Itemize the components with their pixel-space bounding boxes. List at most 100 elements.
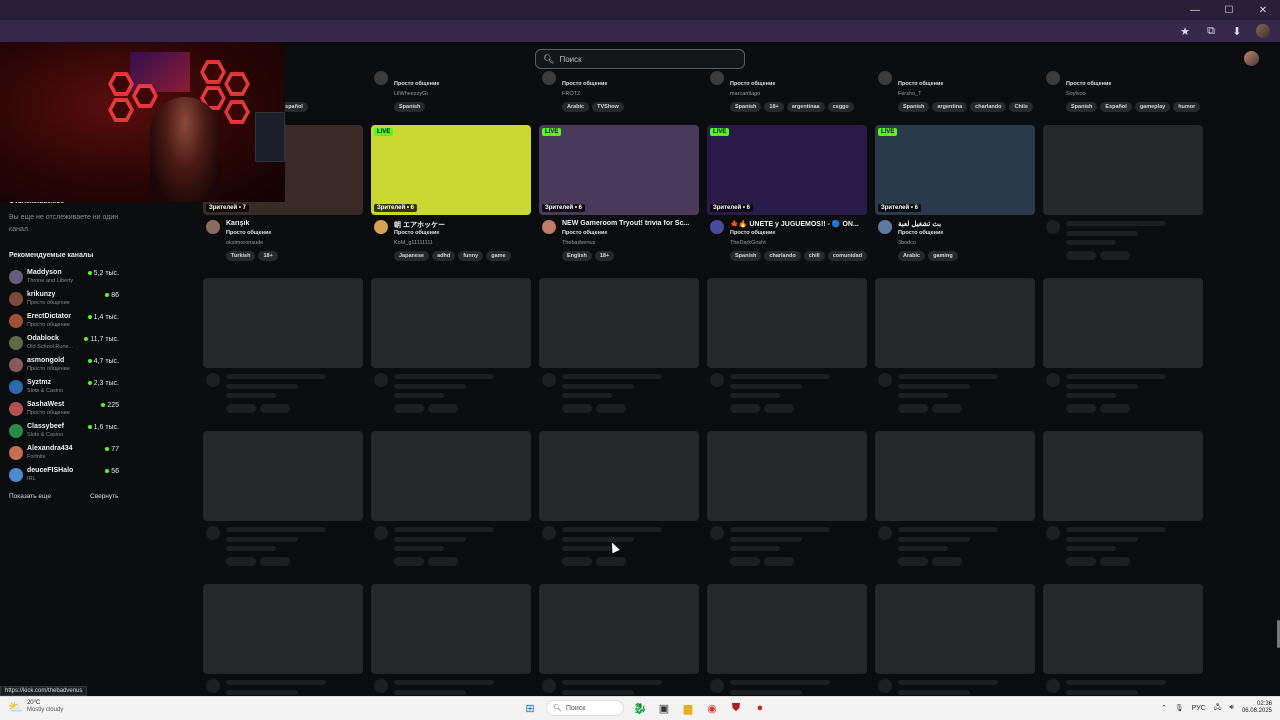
tag[interactable]: comunidad [827, 251, 868, 261]
tag[interactable]: game [486, 251, 511, 261]
stream-thumbnail[interactable]: LIVE Зрителей • 6 [371, 125, 531, 215]
stream-username[interactable]: 3bodco [898, 240, 916, 246]
recommended-channel[interactable]: Maddyson Throne and Liberty 5,2 тыс. [9, 267, 121, 289]
stream-category[interactable]: Просто общение [730, 230, 775, 236]
downloads-icon[interactable]: ⬇ [1230, 23, 1244, 39]
tag[interactable]: Spanish [1066, 102, 1098, 112]
channel-avatar[interactable] [374, 71, 388, 85]
recommended-channel[interactable]: SashaWest Просто общение 225 [9, 399, 121, 421]
tag[interactable]: Spanish [730, 251, 762, 261]
recommended-channel[interactable]: Odablock Old School Rune... 11,7 тыс. [9, 333, 121, 355]
weather-widget[interactable]: ⛅ 20°C Mostly cloudy [8, 700, 63, 714]
profile-avatar[interactable] [1256, 24, 1270, 38]
tag[interactable]: English [562, 251, 592, 261]
tag[interactable]: TVShow [592, 102, 624, 112]
stream-thumbnail[interactable]: LIVE Зрителей • 6 [539, 125, 699, 215]
tag[interactable]: 18+ [764, 102, 784, 112]
show-more-button[interactable]: Показать еще [9, 493, 51, 500]
stream-category[interactable]: Просто общение [730, 81, 775, 87]
stream-username[interactable]: KoM_g11111111 [394, 240, 433, 246]
channel-avatar[interactable] [1046, 71, 1060, 85]
tag[interactable]: csggo [827, 102, 854, 112]
stream-username[interactable]: Thebadvenus [562, 240, 595, 246]
tag[interactable]: Arabic [898, 251, 926, 261]
language-indicator[interactable]: РУС [1192, 705, 1206, 712]
clock[interactable]: 02:36 06.08.2025 [1242, 701, 1272, 715]
close-button[interactable]: ✕ [1246, 0, 1280, 20]
recommended-channel[interactable]: Classybeef Slots & Casino 1,6 тыс. [9, 421, 121, 443]
stream-title[interactable]: Karışık [226, 220, 362, 227]
mic-icon[interactable]: 🎙︎ [1175, 704, 1184, 712]
network-icon[interactable]: 🖧 [1214, 703, 1222, 714]
stream-thumbnail[interactable]: LIVE Зрителей • 6 [875, 125, 1035, 215]
channel-avatar[interactable] [710, 220, 724, 234]
stream-category[interactable]: Просто общение [394, 81, 439, 87]
tag[interactable]: 18+ [594, 251, 615, 261]
channel-avatar[interactable] [710, 71, 724, 85]
collapse-button[interactable]: Свернуть [90, 493, 119, 500]
tag[interactable]: Chile [1009, 102, 1033, 112]
channel-avatar[interactable] [206, 220, 220, 234]
search-input[interactable]: 🔍︎ Поиск [535, 49, 745, 69]
widgets-icon[interactable]: 🐉 [632, 700, 648, 716]
channel-avatar[interactable] [374, 220, 388, 234]
stream-username[interactable]: Fersho_T [898, 91, 922, 97]
stream-username[interactable]: TheDarkGosht [730, 240, 766, 246]
channel-avatar[interactable] [878, 220, 892, 234]
file-explorer-icon[interactable]: ▆ [680, 700, 696, 716]
stream-title[interactable]: بث تشغيل لعبة [898, 220, 1034, 228]
maximize-button[interactable]: ☐ [1212, 0, 1246, 20]
tag[interactable]: funny [458, 251, 484, 261]
stream-title[interactable]: NEW Gameroom Tryout! trivia for Sc... [562, 220, 698, 227]
stream-username[interactable]: FROTZ [562, 91, 580, 97]
stream-title[interactable]: 朝 エアホッケー [394, 220, 530, 230]
taskbar-search[interactable]: 🔍︎ Поиск [546, 700, 624, 716]
recommended-channel[interactable]: deuceFISHalo IRL 56 [9, 465, 121, 487]
task-view-icon[interactable]: ▣ [656, 700, 672, 716]
recommended-channel[interactable]: Syztmz Slots & Casino 2,3 тыс. [9, 377, 121, 399]
stream-category[interactable]: Просто общение [898, 81, 943, 87]
tag[interactable]: Spanish [394, 102, 426, 112]
tag[interactable]: Spanish [730, 102, 762, 112]
volume-icon[interactable]: 🔊︎ [1230, 704, 1234, 712]
recommended-channel[interactable]: Alexandra434 Fortnite 77 [9, 443, 121, 465]
tag[interactable]: gaming [928, 251, 958, 261]
app-shield-icon[interactable]: ⛊ [728, 700, 744, 716]
channel-avatar[interactable] [542, 71, 556, 85]
app-record-icon[interactable]: ● [752, 700, 768, 716]
tag[interactable]: Turkish [226, 251, 256, 261]
recommended-channel[interactable]: ErectDictator Просто общение 1,4 тыс. [9, 311, 121, 333]
stream-username[interactable]: LilWheezzyGt [394, 91, 428, 97]
chrome-icon[interactable]: ◉ [704, 700, 720, 716]
stream-username[interactable]: marcantiago [730, 91, 760, 97]
minimize-button[interactable]: — [1178, 0, 1212, 20]
tag[interactable]: argentina [932, 102, 968, 112]
tag[interactable]: argentinaa [786, 102, 825, 112]
extensions-icon[interactable]: ⧉ [1204, 23, 1218, 39]
stream-category[interactable]: Просто общение [394, 230, 439, 236]
windows-start-icon[interactable]: ⊞ [522, 700, 538, 716]
tag[interactable]: Spanish [898, 102, 930, 112]
channel-avatar[interactable] [542, 220, 556, 234]
chevron-up-icon[interactable]: ⌃ [1161, 704, 1167, 712]
stream-thumbnail[interactable]: LIVE Зрителей • 6 [707, 125, 867, 215]
stream-category[interactable]: Просто общение [562, 230, 607, 236]
stream-category[interactable]: Просто общение [226, 230, 271, 236]
stream-username[interactable]: Soylvoo [1066, 91, 1086, 97]
recommended-channel[interactable]: asmongold Просто общение 4,7 тыс. [9, 355, 121, 377]
tag[interactable]: humor [1173, 102, 1201, 112]
stream-category[interactable]: Просто общение [1066, 81, 1111, 87]
tag[interactable]: Español [1100, 102, 1132, 112]
stream-title[interactable]: 🍁🔥 ÚNETE y JUGUEMOS!! - 🔵 ON... [730, 220, 866, 228]
stream-category[interactable]: Просто общение [562, 81, 607, 87]
channel-avatar[interactable] [878, 71, 892, 85]
tag[interactable]: charlando [764, 251, 801, 261]
tag[interactable]: charlando [970, 102, 1007, 112]
stream-category[interactable]: Просто общение [898, 230, 943, 236]
tag[interactable]: Arabic [562, 102, 590, 112]
bookmark-star-icon[interactable]: ★ [1178, 23, 1192, 39]
tag[interactable]: adhd [432, 251, 456, 261]
user-avatar[interactable] [1244, 51, 1259, 66]
tag[interactable]: chill [803, 251, 825, 261]
tag[interactable]: 18+ [258, 251, 278, 261]
